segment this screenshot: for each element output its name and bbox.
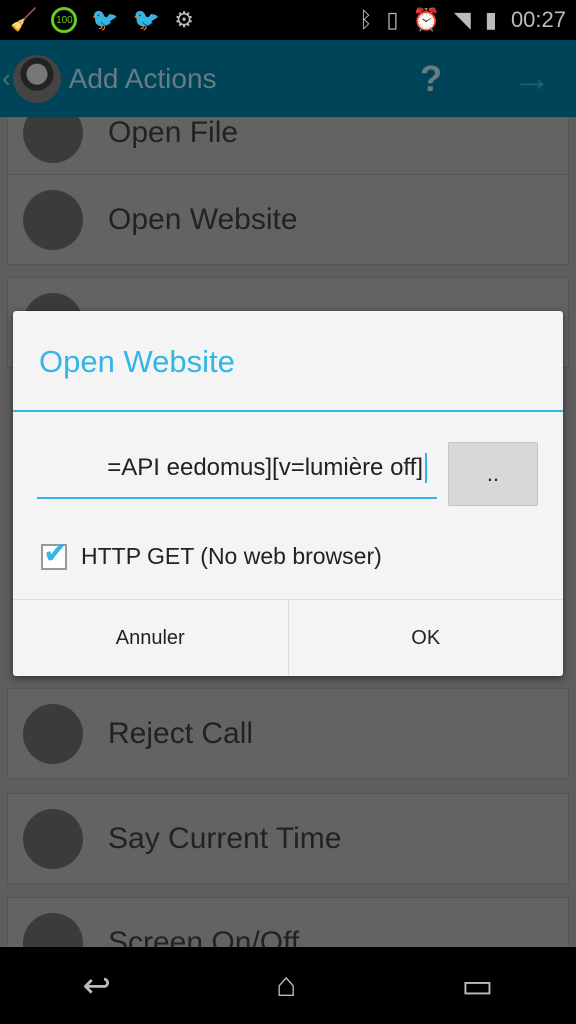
checkbox-label: HTTP GET (No web browser): [81, 543, 382, 569]
list-item-label: Reject Call: [108, 716, 254, 750]
page-title: Add Actions: [68, 62, 217, 94]
dialog-title: Open Website: [13, 311, 563, 412]
alarm-icon: ⏰: [412, 7, 440, 32]
forward-arrow-button[interactable]: →: [512, 56, 552, 101]
cleaner-icon: 🧹: [10, 7, 38, 32]
battery-charging-icon: ▮: [484, 7, 497, 32]
settings-icon: ⚙: [174, 7, 194, 32]
cancel-button[interactable]: Annuler: [13, 600, 288, 676]
action-icon: [23, 703, 83, 764]
list-item-label: Open File: [108, 117, 239, 149]
twitter-icon: 🐦: [91, 7, 119, 32]
list-item[interactable]: Say Current Time: [7, 793, 569, 884]
home-nav-icon[interactable]: ⌂: [276, 966, 297, 1005]
rotate-icon: ▯: [386, 7, 399, 32]
list-item-label: Screen On/Off: [108, 925, 300, 948]
http-get-checkbox[interactable]: HTTP GET (No web browser): [41, 536, 382, 571]
wifi-icon: ◥: [453, 7, 471, 32]
battery-100-icon: 100: [51, 7, 78, 33]
app-bar: ‹ Add Actions ? →: [0, 40, 576, 117]
clock: 00:27: [510, 7, 566, 32]
recents-nav-icon[interactable]: ▭: [461, 966, 493, 1006]
list-item[interactable]: Open File: [7, 117, 569, 178]
browse-button[interactable]: ..: [448, 442, 538, 506]
action-icon: [23, 912, 83, 947]
status-bar: 🧹 100 🐦 🐦 ⚙ ᛒ ▯ ⏰ ◥ ▮ 00:27: [0, 0, 576, 40]
ok-button[interactable]: OK: [287, 600, 564, 676]
checkbox-checked-icon[interactable]: [41, 536, 68, 571]
list-item-label: Say Current Time: [108, 821, 342, 855]
action-icon: [23, 117, 83, 163]
url-input[interactable]: =API eedomus][v=lumière off]: [37, 439, 437, 499]
navigation-bar: ↩ ⌂ ▭: [0, 947, 576, 1024]
help-button[interactable]: ?: [420, 58, 442, 100]
list-item[interactable]: Reject Call: [7, 688, 569, 779]
url-value: =API eedomus][v=lumière off]: [107, 454, 423, 481]
list-item[interactable]: Screen On/Off: [7, 897, 569, 947]
app-logo-gear-icon[interactable]: [12, 54, 61, 103]
bluetooth-icon: ᛒ: [359, 7, 373, 32]
action-icon: [23, 189, 83, 250]
twitter-icon: 🐦: [132, 7, 161, 32]
back-chevron-icon[interactable]: ‹: [2, 63, 11, 94]
list-item[interactable]: Open Website: [7, 174, 569, 265]
open-website-dialog: Open Website =API eedomus][v=lumière off…: [13, 311, 563, 676]
list-item-label: Open Website: [108, 202, 298, 236]
back-nav-icon[interactable]: ↩: [82, 966, 111, 1006]
action-icon: [23, 808, 83, 869]
